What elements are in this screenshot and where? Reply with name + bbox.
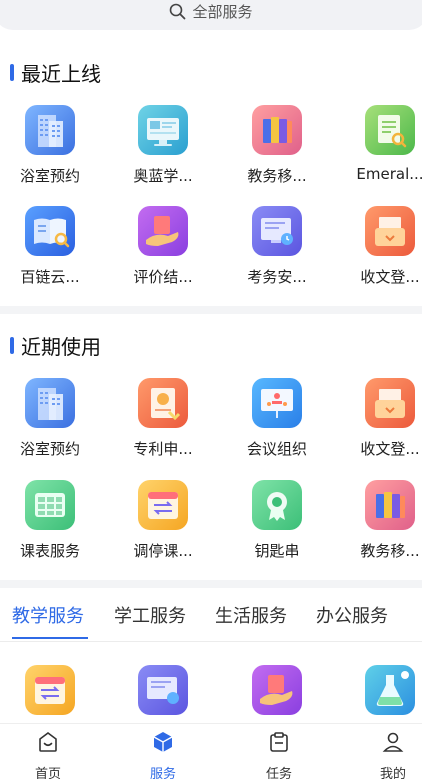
search-bar-wrap: 全部服务 [0, 0, 422, 38]
flask-icon [365, 665, 415, 715]
section-marker [10, 64, 14, 81]
schedule-swap-icon [25, 665, 75, 715]
service-tile[interactable]: 教务移... [227, 105, 327, 186]
books-icon [252, 105, 302, 155]
presentation-icon [252, 378, 302, 428]
used-row-2: 课表服务 调停课... 钥匙串 教务移... [0, 480, 422, 570]
nav-tasks[interactable]: 任务 [249, 730, 309, 779]
service-tile[interactable]: 考务安... [227, 206, 327, 287]
nav-home[interactable]: 首页 [18, 730, 78, 779]
service-label: 浴室预约 [19, 440, 80, 458]
service-tile[interactable]: 收文登... [340, 378, 422, 459]
cube-icon [153, 732, 173, 752]
service-label: 收文登... [360, 268, 420, 286]
nav-profile[interactable]: 我的 [363, 730, 422, 779]
service-tile[interactable] [0, 665, 100, 715]
service-label: 专利申... [133, 440, 193, 458]
service-label: 课表服务 [19, 542, 80, 560]
service-label: Emeral... [356, 165, 422, 183]
tab-life[interactable]: 生活服务 [215, 602, 287, 628]
home-smile-icon [39, 732, 57, 752]
service-label: 评价结... [133, 268, 193, 286]
service-label: 考务安... [247, 268, 307, 286]
section-title-recent: 最近上线 [10, 58, 101, 87]
section-title-text: 近期使用 [21, 335, 101, 359]
inbox-icon [365, 206, 415, 256]
inbox-icon [365, 378, 415, 428]
service-tile[interactable]: 浴室预约 [0, 378, 100, 459]
hand-book-icon [138, 206, 188, 256]
service-tile[interactable] [340, 665, 422, 715]
hand-book-icon [252, 665, 302, 715]
active-tab-indicator [12, 637, 88, 639]
service-label: 教务移... [247, 167, 307, 185]
category-tabs: 教学服务 学工服务 生活服务 办公服务 [0, 592, 422, 642]
service-label: 会议组织 [246, 440, 307, 458]
timetable-icon [25, 480, 75, 530]
service-label: 教务移... [360, 542, 420, 560]
service-label: 浴室预约 [19, 167, 80, 185]
service-tile[interactable]: 教务移... [340, 480, 422, 561]
nav-label: 首页 [34, 767, 61, 779]
search-icon [170, 3, 186, 19]
service-label: 调停课... [133, 542, 193, 560]
screen-clock-icon [138, 665, 188, 715]
section-divider [0, 580, 422, 588]
service-tile[interactable] [227, 665, 327, 715]
key-tag-icon [252, 480, 302, 530]
service-tile[interactable]: 调停课... [113, 480, 213, 561]
nav-label: 服务 [149, 767, 176, 779]
service-tile[interactable]: 专利申... [113, 378, 213, 459]
screen-clock-icon [252, 206, 302, 256]
section-divider [0, 306, 422, 314]
tab-teaching[interactable]: 教学服务 [12, 602, 84, 628]
service-tile[interactable]: 会议组织 [227, 378, 327, 459]
service-tile[interactable]: 收文登... [340, 206, 422, 287]
teaching-row-partial [0, 665, 422, 721]
service-tile[interactable]: Emeral... [340, 105, 422, 183]
nav-label: 任务 [265, 767, 292, 779]
books-icon [365, 480, 415, 530]
section-marker [10, 337, 14, 354]
recent-row-1: 浴室预约 奥蓝学... 教务移... Emeral... [0, 105, 422, 195]
service-label: 百链云... [20, 268, 80, 286]
certificate-icon [138, 378, 188, 428]
recent-row-2: 百链云... 评价结... 考务安... 收文登... [0, 206, 422, 296]
service-tile[interactable]: 钥匙串 [227, 480, 327, 561]
service-tile[interactable]: 课表服务 [0, 480, 100, 561]
user-icon [382, 732, 404, 752]
clipboard-icon [270, 732, 288, 752]
search-bar[interactable]: 全部服务 [0, 0, 422, 30]
service-tile[interactable]: 百链云... [0, 206, 100, 287]
used-row-1: 浴室预约 专利申... 会议组织 收文登... [0, 378, 422, 468]
service-tile[interactable]: 浴室预约 [0, 105, 100, 186]
monitor-icon [138, 105, 188, 155]
tab-office[interactable]: 办公服务 [316, 602, 388, 628]
bottom-nav: 首页 服务 任务 我的 [0, 723, 422, 779]
section-title-used: 近期使用 [10, 331, 101, 360]
service-label: 收文登... [360, 440, 420, 458]
services-page: 全部服务 最近上线 浴室预约 奥蓝学... 教务移... Emeral... 百… [0, 0, 422, 779]
section-title-text: 最近上线 [21, 62, 101, 86]
search-placeholder: 全部服务 [192, 2, 253, 21]
tab-student-affairs[interactable]: 学工服务 [114, 602, 186, 628]
service-tile[interactable]: 奥蓝学... [113, 105, 213, 186]
building-icon [25, 105, 75, 155]
nav-label: 我的 [379, 767, 406, 779]
service-label: 奥蓝学... [133, 167, 193, 185]
service-tile[interactable]: 评价结... [113, 206, 213, 287]
service-tile[interactable] [113, 665, 213, 715]
building-icon [25, 378, 75, 428]
document-search-icon [365, 105, 415, 155]
nav-services[interactable]: 服务 [133, 730, 193, 779]
schedule-swap-icon [138, 480, 188, 530]
book-search-icon [25, 206, 75, 256]
service-label: 钥匙串 [254, 542, 300, 560]
